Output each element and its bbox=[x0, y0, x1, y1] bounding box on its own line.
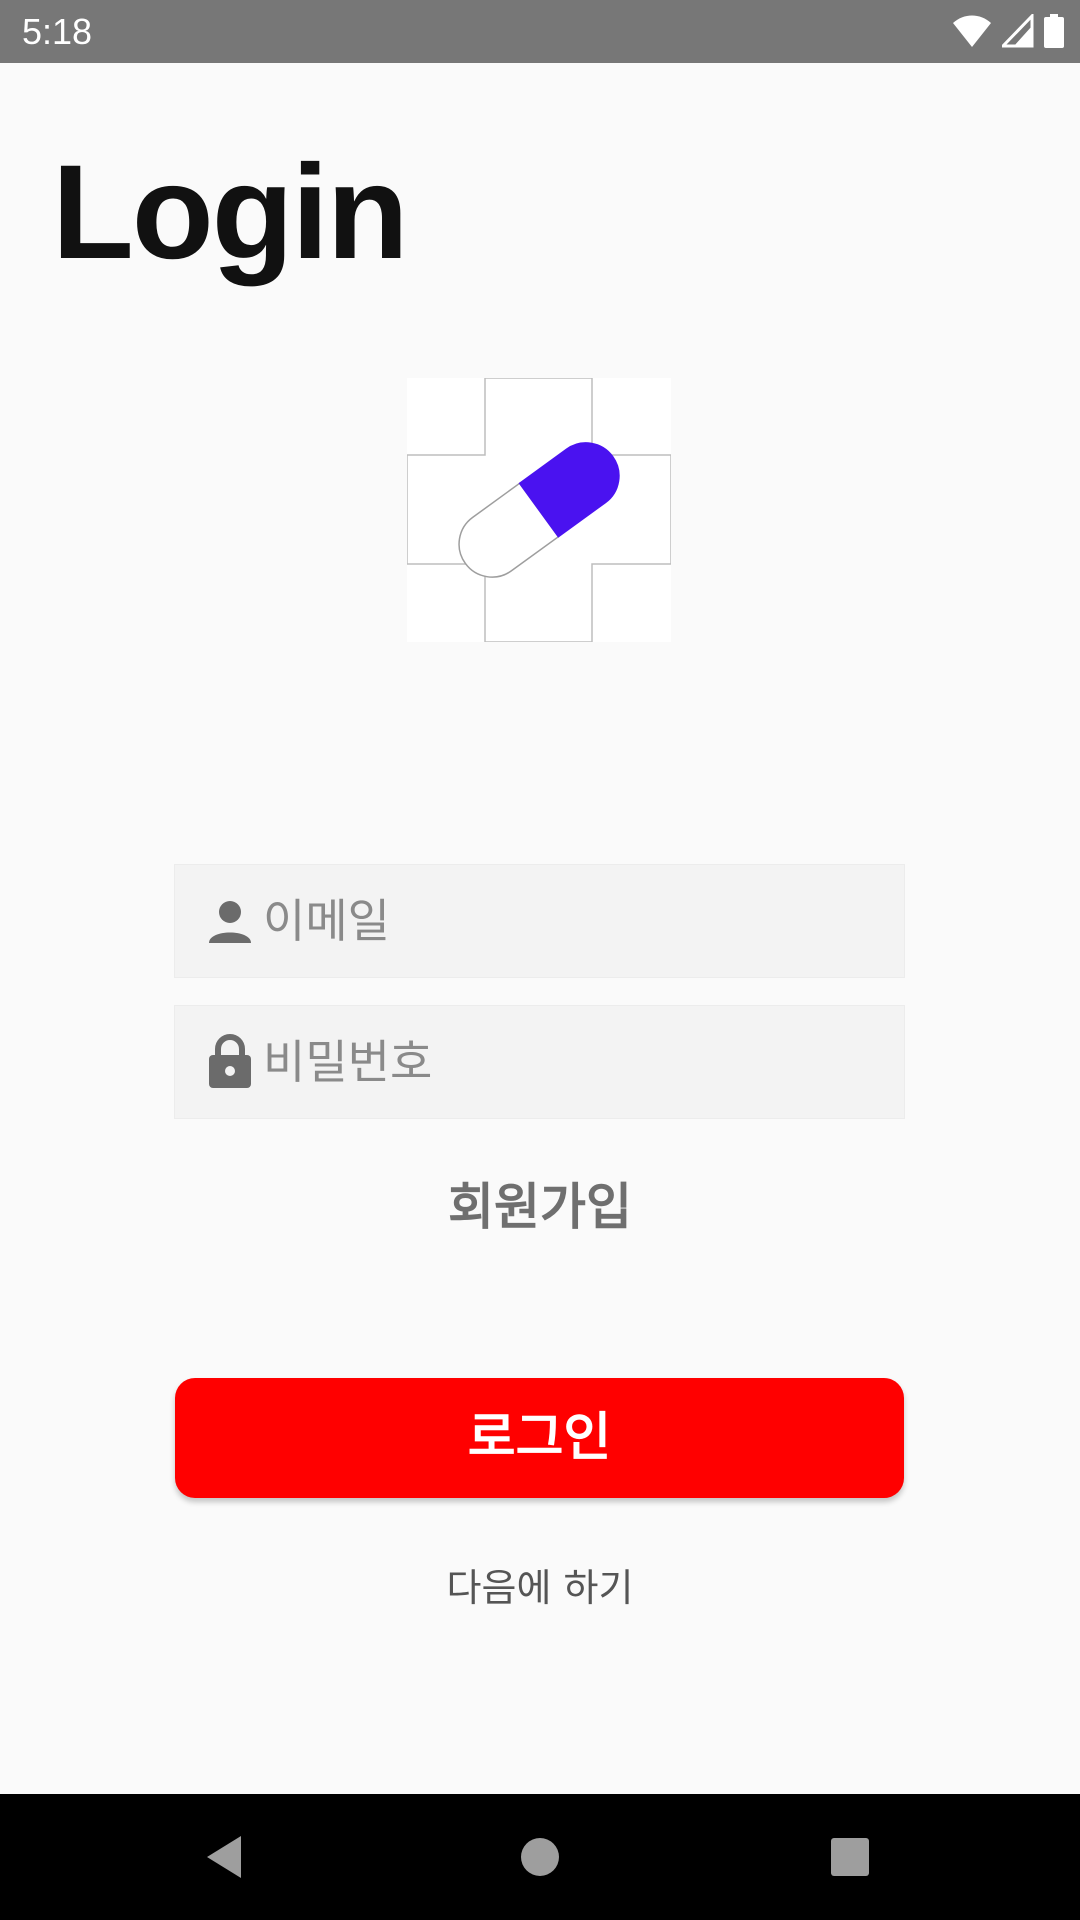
email-field[interactable] bbox=[174, 864, 905, 978]
pill-cross-logo bbox=[406, 377, 672, 643]
signup-link[interactable]: 회원가입 bbox=[0, 1172, 1080, 1242]
password-field[interactable] bbox=[174, 1005, 905, 1119]
status-icons bbox=[952, 14, 1064, 48]
battery-icon bbox=[1044, 14, 1064, 48]
lock-icon bbox=[207, 1034, 253, 1088]
password-input[interactable] bbox=[263, 1006, 883, 1118]
status-bar: 5:18 bbox=[0, 0, 1080, 63]
email-input[interactable] bbox=[263, 865, 883, 977]
status-time: 5:18 bbox=[22, 11, 93, 52]
back-icon[interactable] bbox=[195, 1827, 255, 1887]
login-button[interactable]: 로그인 bbox=[175, 1378, 904, 1498]
home-icon[interactable] bbox=[510, 1827, 570, 1887]
recents-icon[interactable] bbox=[820, 1827, 880, 1887]
skip-login-link[interactable]: 다음에 하기 bbox=[0, 1562, 1080, 1614]
page-title: Login bbox=[52, 138, 409, 287]
navigation-bar bbox=[0, 1794, 1080, 1920]
person-icon bbox=[207, 899, 253, 945]
login-screen: 5:18 Login 이메일 회원가입 로그인 다음에 하기 bbox=[0, 0, 1080, 1920]
cell-signal-icon bbox=[1002, 14, 1034, 48]
wifi-icon bbox=[952, 14, 992, 48]
